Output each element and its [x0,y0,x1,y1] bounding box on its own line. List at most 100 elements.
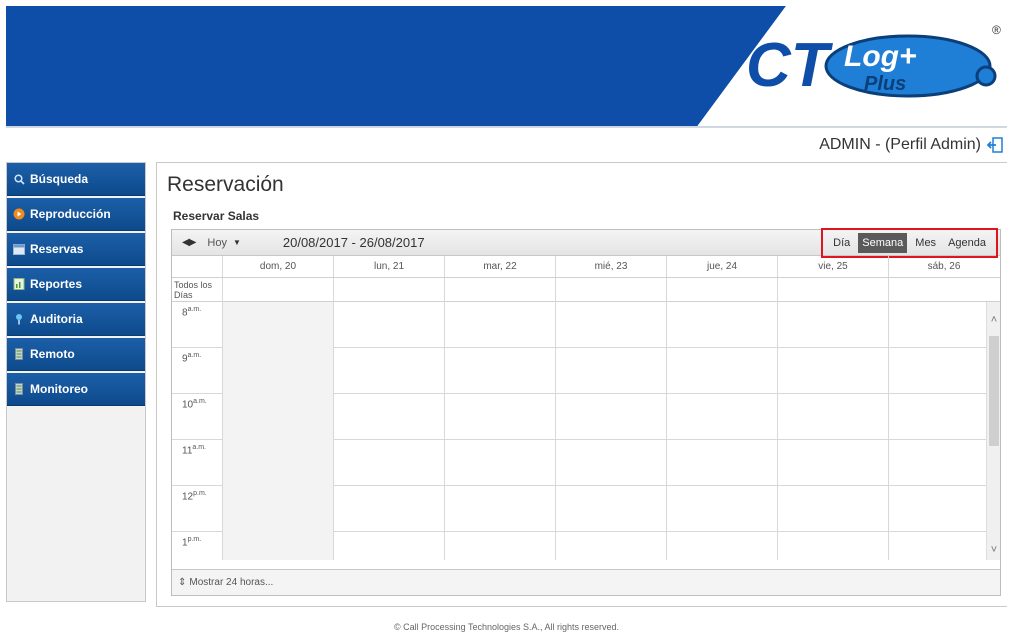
time-slot[interactable] [444,486,555,532]
logout-icon[interactable] [987,137,1003,153]
time-slot[interactable] [888,302,999,348]
time-slot[interactable] [444,302,555,348]
time-slot[interactable] [444,532,555,560]
time-slot[interactable] [444,348,555,394]
sidebar-item-reproduccion[interactable]: Reproducción [7,198,145,231]
time-row: 12p.m. [172,486,1000,532]
all-day-cell[interactable] [777,278,888,302]
time-slot[interactable] [222,532,333,560]
time-slot[interactable] [777,486,888,532]
hour-meridiem: p.m. [193,490,207,497]
time-slot[interactable] [666,302,777,348]
report-icon [13,278,25,290]
scheduler: ◀▶ Hoy ▼ 20/08/2017 - 26/08/2017 Día Sem… [171,228,1001,596]
all-day-cell[interactable] [666,278,777,302]
time-slot[interactable] [888,348,999,394]
all-day-row: Todos los Días [172,278,1000,302]
sidebar-item-busqueda[interactable]: Búsqueda [7,163,145,196]
sidebar-item-monitoreo[interactable]: Monitoreo [7,373,145,406]
week-grid: dom, 20 lun, 21 mar, 22 mié, 23 jue, 24 … [172,256,1000,560]
sidebar-item-label: Remoto [30,347,75,361]
time-slot[interactable] [444,440,555,486]
all-day-cell[interactable] [222,278,333,302]
time-slot[interactable] [555,348,666,394]
sidebar-item-remoto[interactable]: Remoto [7,338,145,371]
hour-number: 10 [182,399,194,411]
time-slot[interactable] [333,348,444,394]
prev-next-arrows-icon[interactable]: ◀▶ [182,237,196,248]
time-slot[interactable] [777,440,888,486]
time-slot[interactable] [222,440,333,486]
all-day-label: Todos los Días [174,280,213,300]
sidebar-item-label: Búsqueda [30,172,89,186]
time-slot[interactable] [666,486,777,532]
time-slot[interactable] [555,486,666,532]
time-slot[interactable] [333,532,444,560]
time-slot[interactable] [777,302,888,348]
time-slot[interactable] [555,532,666,560]
sidebar-item-auditoria[interactable]: Auditoria [7,303,145,336]
ctlog-logo: CT Log+ Plus ® [746,23,1001,100]
day-header: jue, 24 [666,256,777,277]
time-slot[interactable] [333,440,444,486]
time-slot[interactable] [555,302,666,348]
time-slot[interactable] [777,348,888,394]
main-panel: Reservación Reservar Salas ◀▶ Hoy ▼ 20/0… [156,162,1007,607]
time-slot[interactable] [222,394,333,440]
time-slot[interactable] [222,302,333,348]
sidebar-item-label: Reportes [30,277,83,291]
pin-icon [13,313,25,325]
scheduler-toolbar: ◀▶ Hoy ▼ 20/08/2017 - 26/08/2017 Día Sem… [172,228,1000,258]
time-slot[interactable] [666,440,777,486]
hour-number: 12 [182,491,194,503]
all-day-cell[interactable] [888,278,999,302]
time-slot[interactable] [333,394,444,440]
time-slot[interactable] [777,532,888,560]
time-slot[interactable] [555,394,666,440]
all-day-cell[interactable] [555,278,666,302]
time-slot[interactable] [333,302,444,348]
time-slot[interactable] [888,532,999,560]
view-week-button[interactable]: Semana [858,233,908,253]
time-slot[interactable] [333,486,444,532]
chevron-down-icon[interactable]: ˅ [988,544,1000,556]
svg-text:CT: CT [746,31,834,100]
time-row: 9a.m. [172,348,1000,394]
section-title: Reservar Salas [173,209,260,223]
calendar-icon [13,243,25,255]
all-day-cell[interactable] [444,278,555,302]
day-header: dom, 20 [222,256,333,277]
time-slot[interactable] [888,440,999,486]
time-slot[interactable] [888,486,999,532]
time-row: 8a.m. [172,302,1000,348]
scroll-thumb[interactable] [989,336,999,446]
time-slot[interactable] [777,394,888,440]
sidebar-item-reservas[interactable]: Reservas [7,233,145,266]
scrollbar[interactable]: ˄ ˅ [986,302,1000,560]
view-agenda-button[interactable]: Agenda [944,233,990,253]
sidebar-item-reportes[interactable]: Reportes [7,268,145,301]
time-slot[interactable] [666,348,777,394]
play-icon [13,208,25,220]
time-slot[interactable] [666,532,777,560]
time-slot[interactable] [222,486,333,532]
time-slot[interactable] [444,394,555,440]
time-slot[interactable] [888,394,999,440]
time-slot[interactable] [666,394,777,440]
all-day-cell[interactable] [333,278,444,302]
hour-meridiem: a.m. [187,306,202,313]
time-row: 11a.m. [172,440,1000,486]
view-day-button[interactable]: Día [829,233,854,253]
chevron-up-icon[interactable]: ˄ [988,314,1000,326]
show-24-hours-button[interactable]: ⇕ Mostrar 24 horas... [172,569,1000,595]
view-switcher: Día Semana Mes Agenda [821,228,998,258]
sidebar-item-label: Reproducción [30,207,111,221]
svg-text:Log+: Log+ [844,40,917,73]
view-month-button[interactable]: Mes [911,233,940,253]
day-header: vie, 25 [777,256,888,277]
time-slot[interactable] [555,440,666,486]
chevron-down-icon[interactable]: ▼ [233,238,241,247]
server-icon [13,348,25,360]
time-slot[interactable] [222,348,333,394]
today-button[interactable]: Hoy [207,237,227,249]
